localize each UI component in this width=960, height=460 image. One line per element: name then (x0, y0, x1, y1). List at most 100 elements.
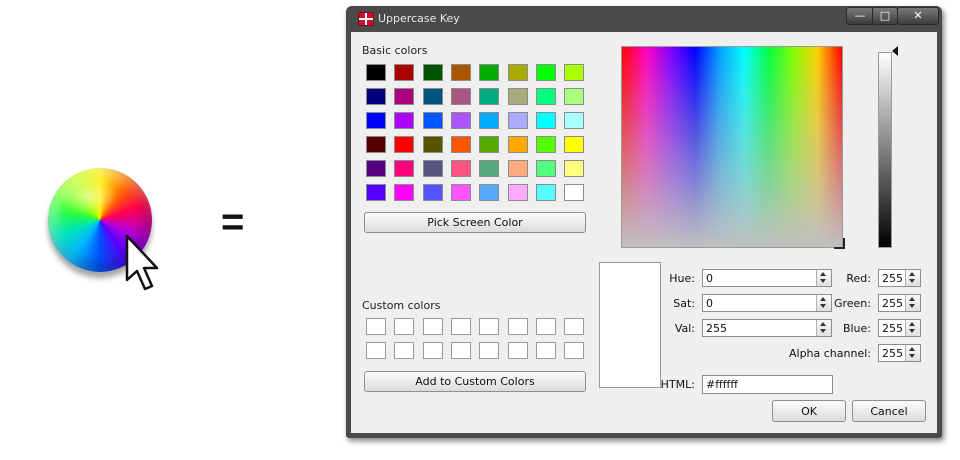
custom-color-swatch[interactable] (564, 318, 585, 335)
window-title: Uppercase Key (378, 12, 460, 25)
spin-arrows-icon[interactable] (905, 345, 920, 361)
custom-color-swatch[interactable] (507, 318, 528, 335)
equals-sign: = (221, 200, 245, 244)
basic-color-swatch[interactable] (535, 88, 556, 105)
basic-color-swatch[interactable] (507, 160, 528, 177)
basic-color-swatch[interactable] (422, 184, 443, 201)
hue-saturation-spectrum[interactable] (621, 46, 843, 248)
custom-color-swatch[interactable] (394, 318, 415, 335)
blue-spinbox[interactable]: 255 (878, 319, 921, 337)
html-label: HTML: (660, 378, 695, 391)
custom-color-swatch[interactable] (564, 342, 585, 359)
mouse-cursor-icon (125, 234, 159, 291)
basic-color-swatch[interactable] (507, 136, 528, 153)
add-to-custom-colors-button[interactable]: Add to Custom Colors (364, 371, 586, 392)
basic-color-swatch[interactable] (479, 112, 500, 129)
spin-arrows-icon[interactable] (905, 320, 920, 336)
spin-arrows-icon[interactable] (905, 295, 920, 311)
green-label: Green: (833, 297, 871, 310)
title-bar[interactable]: Uppercase Key — □ ✕ (346, 6, 942, 32)
sat-spinbox[interactable]: 0 (702, 294, 832, 312)
html-input[interactable]: #ffffff (702, 375, 833, 394)
basic-color-swatch[interactable] (564, 64, 585, 81)
spectrum-crosshair[interactable] (834, 238, 845, 249)
basic-color-swatch[interactable] (479, 88, 500, 105)
basic-color-swatch[interactable] (366, 64, 386, 81)
basic-color-swatch[interactable] (422, 64, 443, 81)
basic-color-swatch[interactable] (422, 112, 443, 129)
basic-color-swatch[interactable] (422, 160, 443, 177)
basic-color-swatch[interactable] (450, 160, 471, 177)
basic-color-swatch[interactable] (394, 160, 415, 177)
custom-color-swatch[interactable] (535, 342, 556, 359)
basic-color-swatch[interactable] (366, 88, 386, 105)
basic-color-swatch[interactable] (507, 88, 528, 105)
basic-color-swatch[interactable] (366, 136, 386, 153)
basic-color-swatch[interactable] (535, 112, 556, 129)
dialog-client-area: Basic colors Pick Screen Color Custom co… (351, 32, 937, 433)
basic-color-swatch[interactable] (507, 112, 528, 129)
basic-color-swatch[interactable] (507, 64, 528, 81)
basic-color-swatch[interactable] (479, 136, 500, 153)
basic-color-swatch[interactable] (535, 184, 556, 201)
value-slider[interactable] (878, 52, 892, 248)
custom-color-swatch[interactable] (366, 342, 386, 359)
basic-color-swatch[interactable] (564, 136, 585, 153)
basic-color-swatch[interactable] (479, 64, 500, 81)
basic-color-swatch[interactable] (394, 184, 415, 201)
custom-color-swatch[interactable] (366, 318, 386, 335)
basic-color-swatch[interactable] (479, 160, 500, 177)
color-dialog-window: Uppercase Key — □ ✕ Basic colors Pick Sc… (346, 6, 942, 438)
basic-color-swatch[interactable] (564, 160, 585, 177)
basic-color-swatch[interactable] (450, 112, 471, 129)
basic-color-swatch[interactable] (366, 112, 386, 129)
maximize-button[interactable]: □ (872, 7, 898, 25)
basic-color-swatch[interactable] (479, 184, 500, 201)
custom-color-swatch[interactable] (479, 318, 500, 335)
alpha-spinbox[interactable]: 255 (878, 344, 921, 362)
spin-arrows-icon[interactable] (905, 270, 920, 286)
custom-color-swatch[interactable] (535, 318, 556, 335)
basic-color-swatch[interactable] (422, 136, 443, 153)
custom-color-swatch[interactable] (422, 318, 443, 335)
custom-color-swatch[interactable] (422, 342, 443, 359)
custom-color-swatch[interactable] (507, 342, 528, 359)
basic-color-swatch[interactable] (564, 184, 585, 201)
basic-color-swatch[interactable] (394, 112, 415, 129)
basic-color-swatch[interactable] (394, 64, 415, 81)
custom-color-swatch[interactable] (479, 342, 500, 359)
val-label: Val: (674, 322, 695, 335)
basic-color-swatch[interactable] (450, 136, 471, 153)
ok-button[interactable]: OK (772, 400, 846, 422)
basic-color-swatch[interactable] (535, 136, 556, 153)
basic-color-swatch[interactable] (394, 88, 415, 105)
basic-color-swatch[interactable] (535, 160, 556, 177)
basic-color-swatch[interactable] (450, 88, 471, 105)
custom-color-swatch[interactable] (450, 318, 471, 335)
custom-color-swatch[interactable] (394, 342, 415, 359)
value-slider-arrow-icon[interactable] (892, 46, 898, 56)
green-spinbox[interactable]: 255 (878, 294, 921, 312)
basic-color-swatch[interactable] (366, 160, 386, 177)
val-spinbox[interactable]: 255 (702, 319, 832, 337)
red-spinbox[interactable]: 255 (878, 269, 921, 287)
close-button[interactable]: ✕ (897, 7, 939, 25)
basic-color-swatch[interactable] (366, 184, 386, 201)
flag-icon (358, 12, 374, 26)
basic-color-swatch[interactable] (422, 88, 443, 105)
hue-spinbox[interactable]: 0 (702, 269, 832, 287)
basic-color-swatch[interactable] (507, 184, 528, 201)
red-label: Red: (846, 272, 871, 285)
custom-color-swatch[interactable] (450, 342, 471, 359)
cancel-button[interactable]: Cancel (852, 400, 926, 422)
minimize-button[interactable]: — (846, 7, 874, 25)
basic-color-swatch[interactable] (535, 64, 556, 81)
basic-color-swatch[interactable] (450, 184, 471, 201)
basic-color-swatch[interactable] (564, 88, 585, 105)
basic-color-swatch[interactable] (450, 64, 471, 81)
alpha-channel-label: Alpha channel: (788, 347, 871, 360)
basic-color-swatch[interactable] (564, 112, 585, 129)
pick-screen-color-button[interactable]: Pick Screen Color (364, 212, 586, 233)
sat-label: Sat: (673, 297, 695, 310)
basic-color-swatch[interactable] (394, 136, 415, 153)
